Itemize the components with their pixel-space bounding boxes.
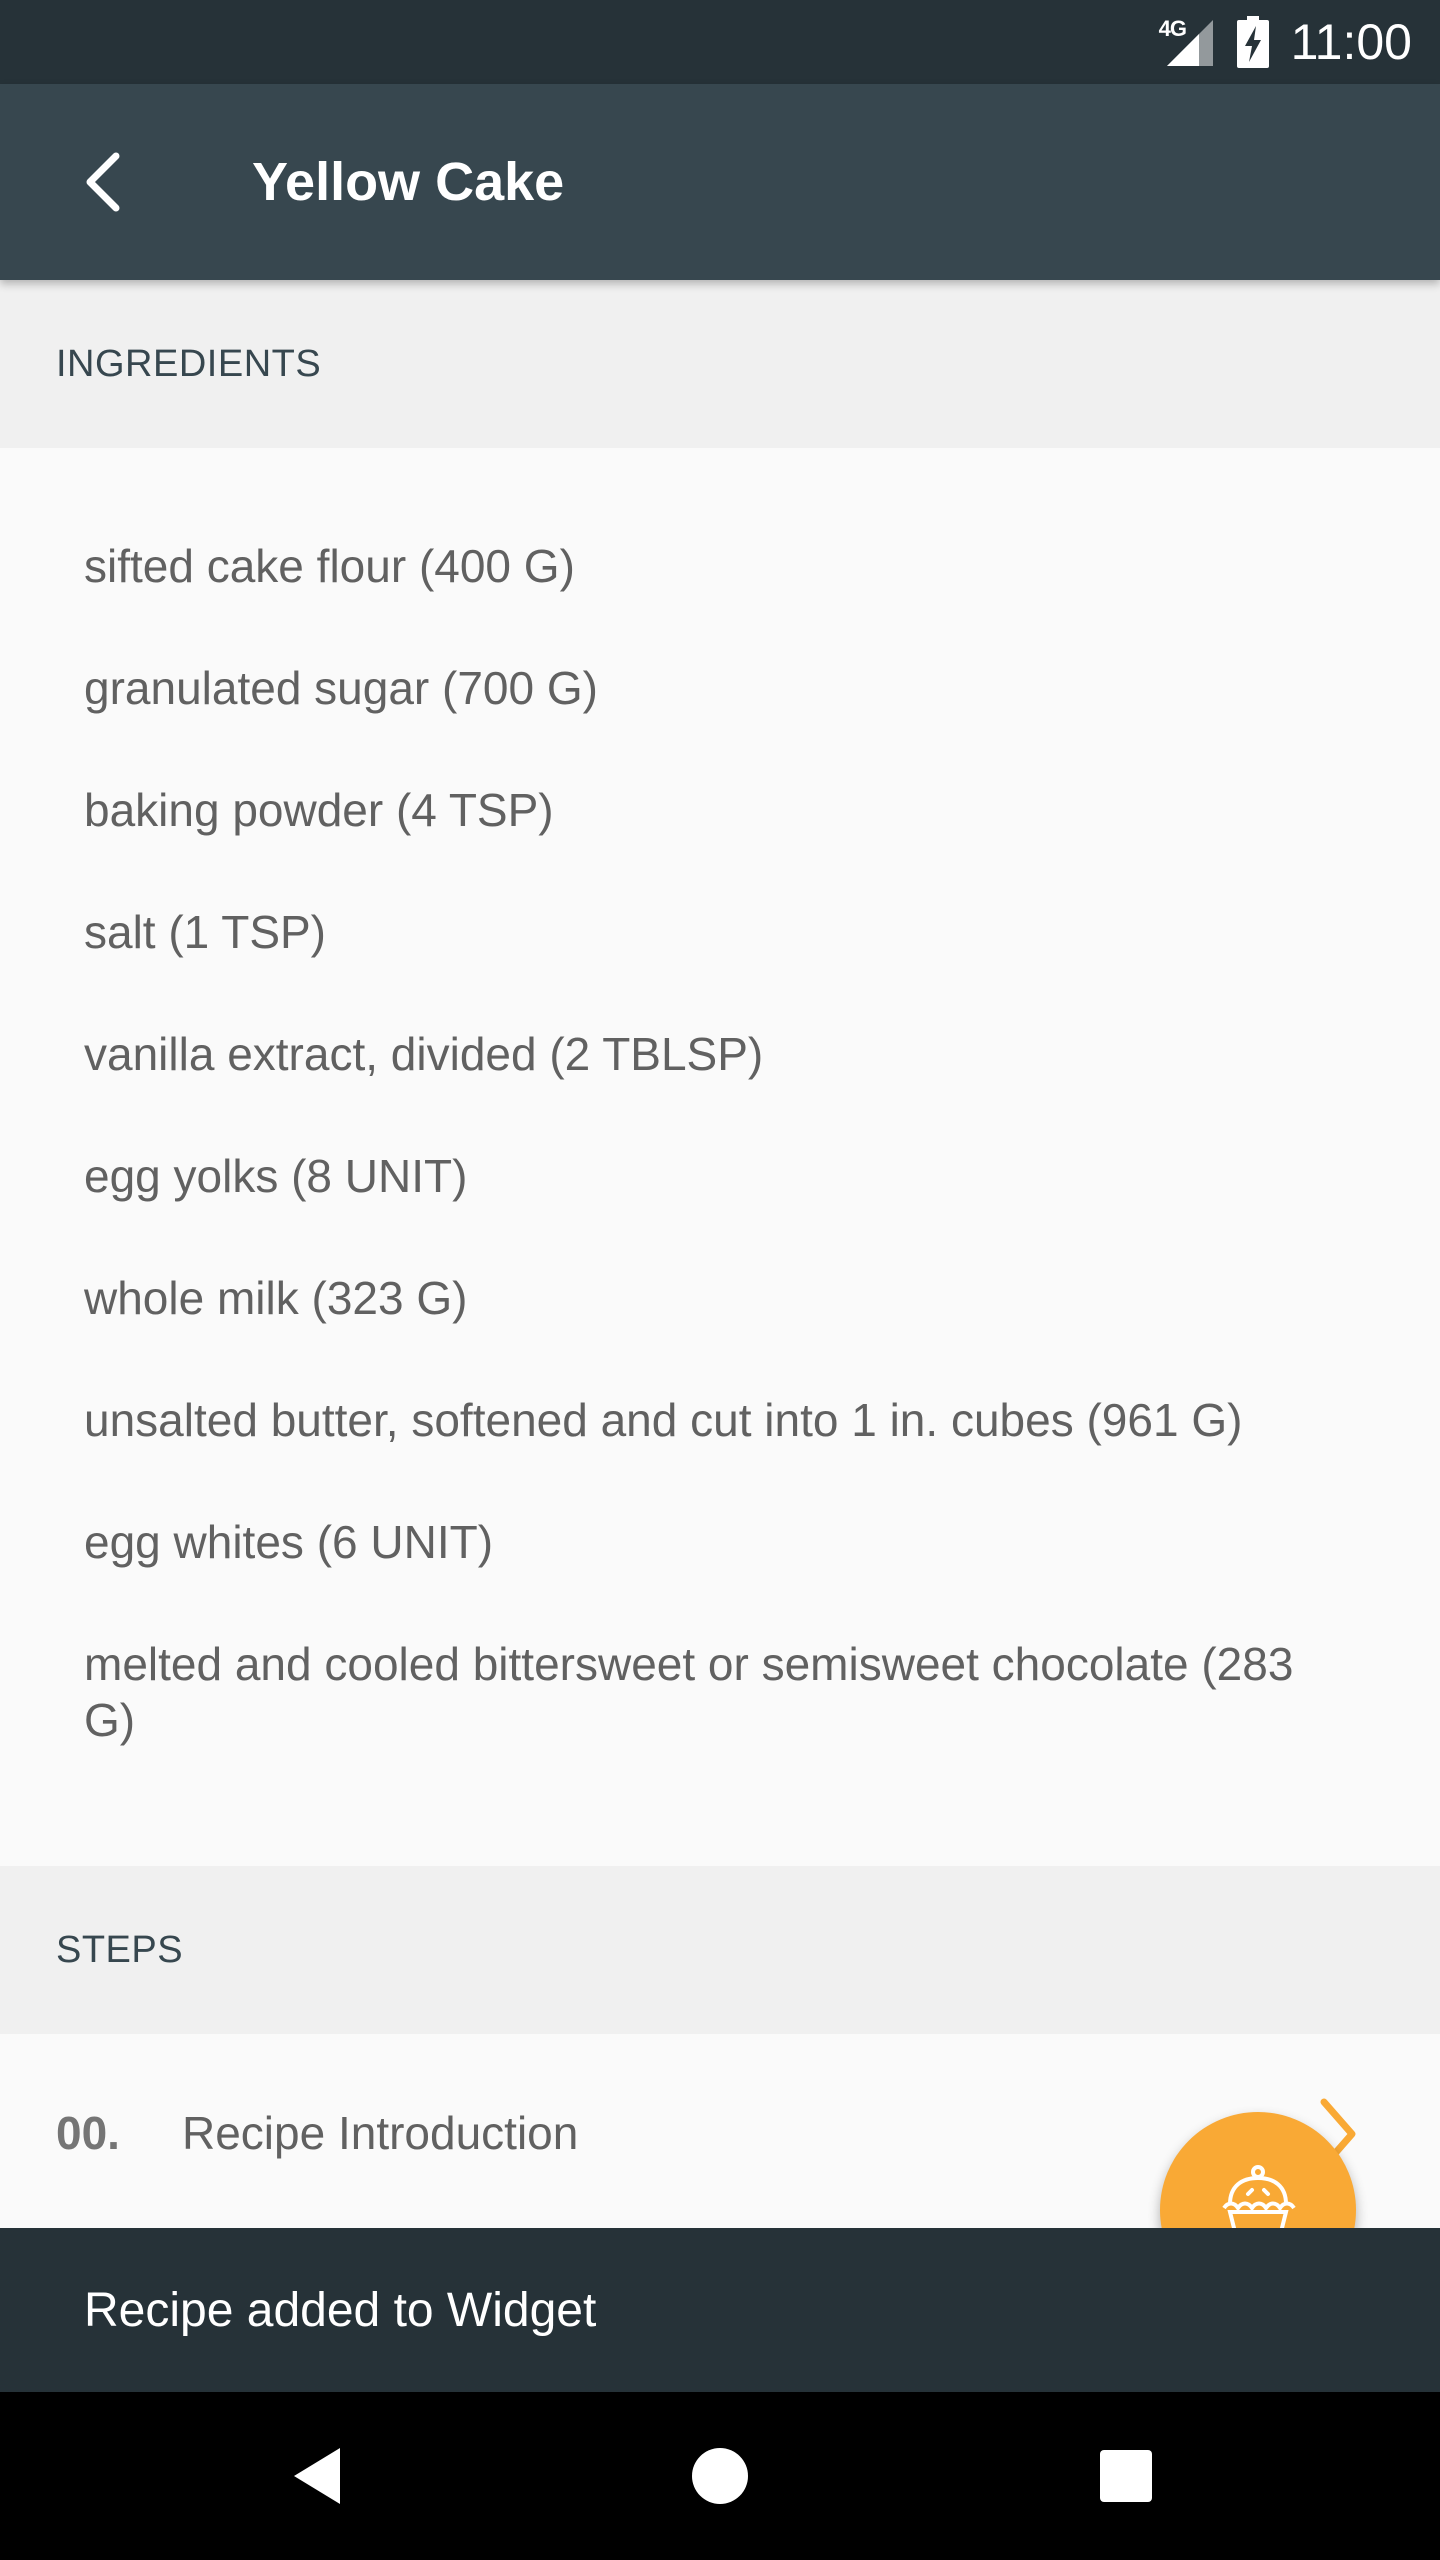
ingredient-item: vanilla extract, divided (2 TBLSP)	[84, 1028, 764, 1080]
step-number: 00.	[56, 2107, 120, 2159]
arrow-back-icon	[86, 152, 120, 212]
battery-charging-icon	[1236, 16, 1269, 68]
ingredient-list: sifted cake flour (400 G) granulated sug…	[0, 448, 1440, 1866]
ingredient-item: granulated sugar (700 G)	[84, 662, 598, 714]
ingredient-item: unsalted butter, softened and cut into 1…	[84, 1394, 1243, 1446]
step-label: Recipe Introduction	[182, 2107, 579, 2159]
ingredient-item: whole milk (323 G)	[84, 1272, 468, 1324]
nav-recents-icon	[1100, 2450, 1152, 2502]
snackbar-message: Recipe added to Widget	[84, 2283, 597, 2337]
page-title: Yellow Cake	[252, 152, 565, 212]
nav-back-button[interactable]	[266, 2426, 366, 2526]
ingredient-item: egg whites (6 UNIT)	[84, 1516, 494, 1568]
nav-recents-button[interactable]	[1076, 2426, 1176, 2526]
ingredient-item: melted and cooled bittersweet or semiswe…	[84, 1638, 1294, 1746]
steps-header: STEPS	[0, 1866, 1440, 2034]
snackbar: Recipe added to Widget	[0, 2228, 1440, 2392]
status-bar: 4G 11:00	[0, 0, 1440, 84]
signal-icon: 4G	[1159, 16, 1215, 68]
ingredient-item: sifted cake flour (400 G)	[84, 540, 575, 592]
ingredient-item: salt (1 TSP)	[84, 906, 326, 958]
nav-home-icon	[692, 2448, 748, 2504]
ingredient-item: baking powder (4 TSP)	[84, 784, 554, 836]
ingredients-header: INGREDIENTS	[0, 280, 1440, 448]
ingredient-item: egg yolks (8 UNIT)	[84, 1150, 468, 1202]
status-icons: 4G 11:00	[1159, 0, 1412, 84]
network-type: 4G	[1158, 16, 1187, 41]
clock: 11:00	[1290, 14, 1412, 70]
system-nav-bar	[0, 2392, 1440, 2560]
nav-back-icon	[294, 2448, 340, 2504]
app-bar: Yellow Cake	[0, 84, 1440, 280]
back-button[interactable]	[56, 134, 152, 230]
nav-home-button[interactable]	[670, 2426, 770, 2526]
